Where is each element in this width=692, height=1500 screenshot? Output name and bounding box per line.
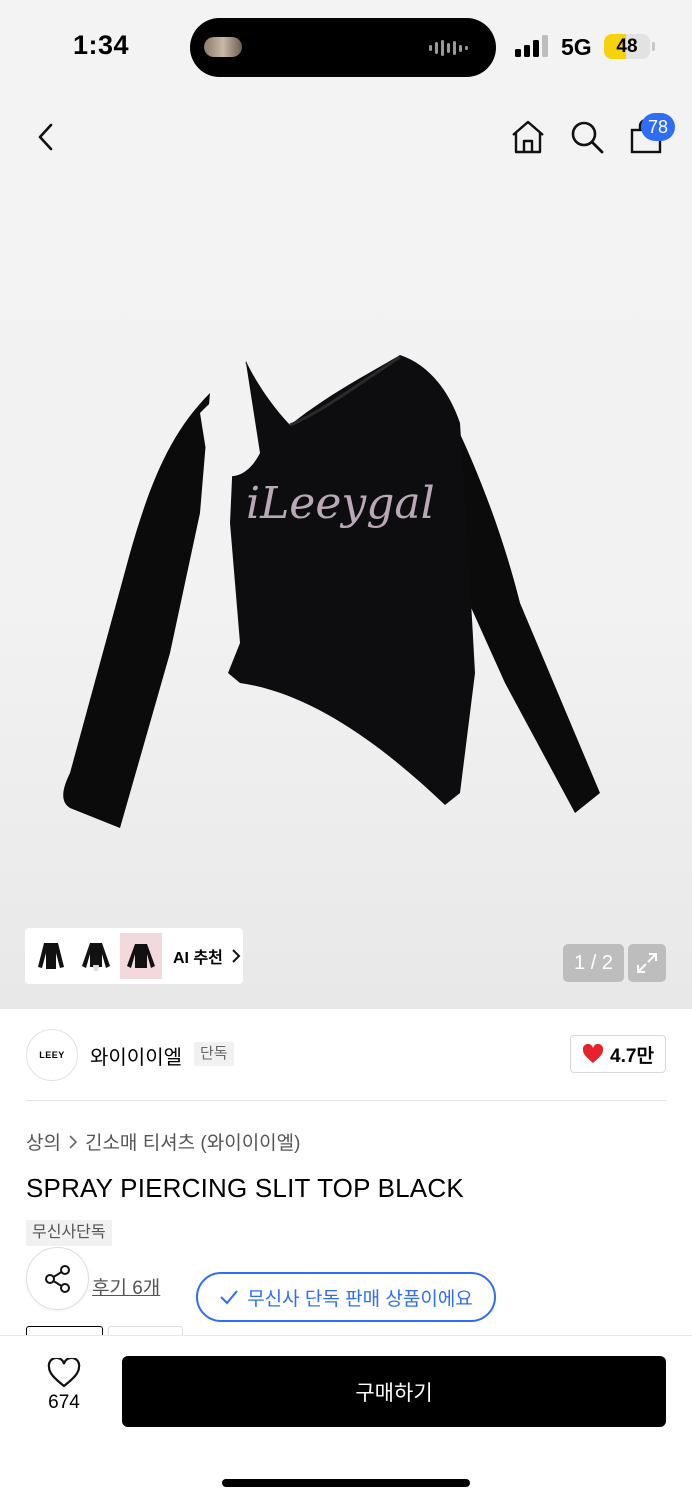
buy-button[interactable]: 구매하기 (122, 1356, 666, 1427)
brand-name[interactable]: 와이이이엘 (90, 1041, 182, 1070)
heart-filled-icon (583, 1044, 604, 1063)
breadcrumb-category[interactable]: 상의 (26, 1128, 61, 1155)
exclusive-notice-pill[interactable]: 무신사 단독 판매 상품이에요 (196, 1272, 496, 1322)
heart-outline-icon (47, 1358, 81, 1388)
ai-recommend-label: AI 추천 (173, 950, 223, 967)
search-button[interactable] (565, 115, 609, 159)
chevron-right-icon (232, 949, 241, 963)
home-icon (512, 120, 544, 154)
audio-wave-icon (429, 39, 468, 57)
brand-like-count: 4.7만 (610, 1045, 654, 1067)
brand-logo[interactable]: LEEY (26, 1029, 78, 1081)
back-button[interactable] (26, 117, 66, 157)
bottom-action-bar: 674 구매하기 (0, 1335, 692, 1500)
brand-exclusive-tag: 단독 (194, 1042, 234, 1066)
product-image[interactable]: iLeeygal (50, 353, 640, 833)
status-time: 1:34 (73, 30, 130, 60)
ai-thumbnail[interactable] (120, 933, 162, 979)
dynamic-island[interactable] (190, 18, 496, 77)
back-icon (38, 123, 53, 151)
home-button[interactable] (506, 115, 550, 159)
ai-recommend-chip[interactable]: AI 추천 (25, 928, 243, 984)
divider (26, 1100, 666, 1101)
search-icon (571, 121, 604, 154)
cart-count-badge: 78 (641, 113, 676, 141)
expand-button[interactable] (628, 944, 666, 982)
product-title: SPRAY PIERCING SLIT TOP BLACK (26, 1173, 464, 1203)
top-thumbnail-icon (82, 943, 110, 971)
exclusive-notice-text: 무신사 단독 판매 상품이에요 (247, 1288, 473, 1310)
ai-thumbnail[interactable] (30, 933, 72, 979)
check-icon (220, 1290, 238, 1305)
top-thumbnail-icon (38, 943, 64, 969)
network-type: 5G (561, 34, 592, 60)
image-page-indicator: 1 / 2 (563, 944, 624, 982)
home-indicator[interactable] (222, 1479, 470, 1487)
battery-cap (652, 42, 655, 51)
share-icon (44, 1264, 70, 1293)
top-nav: 78 (0, 95, 692, 185)
top-thumbnail-icon (127, 944, 155, 968)
breadcrumb: 상의 긴소매 티셔츠 (와이이이엘) (26, 1128, 300, 1155)
island-media-thumbnail (204, 37, 242, 57)
share-button[interactable] (26, 1247, 89, 1310)
brand-like-button[interactable]: 4.7만 (570, 1035, 666, 1073)
product-gallery[interactable]: 78 iLeeygal AI 추천 1 / 2 (0, 95, 692, 1009)
battery-level: 48 (616, 36, 638, 57)
expand-icon (637, 953, 657, 973)
brand-row: LEEY 와이이이엘 단독 4.7만 (0, 1009, 692, 1101)
ai-thumbnail[interactable] (75, 933, 117, 979)
wishlist-count: 674 (48, 1392, 80, 1413)
review-link[interactable]: 후기 6개 (92, 1273, 160, 1300)
status-bar: 1:34 5G 48 (0, 0, 692, 95)
print-text: iLeeygal (246, 478, 435, 529)
breadcrumb-subcategory[interactable]: 긴소매 티셔츠 (와이이이엘) (85, 1128, 301, 1155)
wishlist-button[interactable]: 674 (26, 1358, 102, 1428)
battery-icon: 48 (604, 34, 650, 59)
chevron-right-icon (69, 1134, 77, 1149)
exclusive-tag: 무신사단독 (26, 1220, 112, 1246)
signal-icon (515, 35, 548, 57)
